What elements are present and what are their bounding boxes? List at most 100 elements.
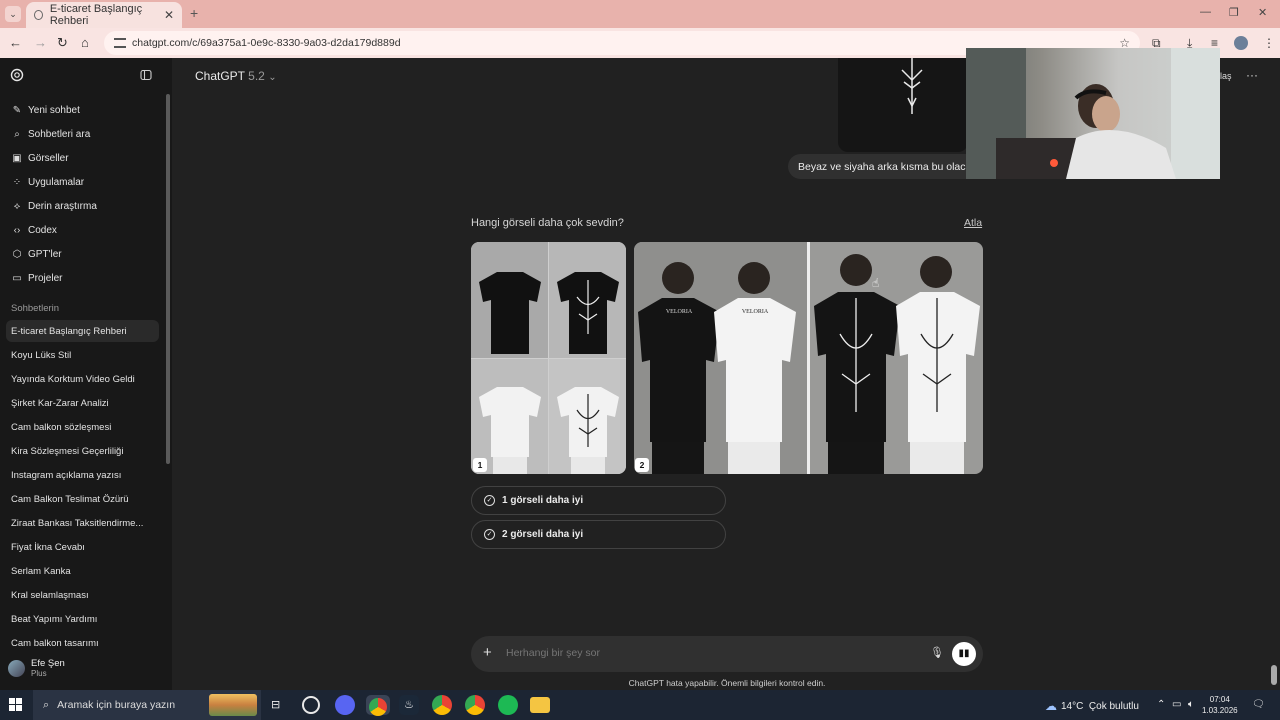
chat-history-item[interactable]: Koyu Lüks Stil <box>6 344 159 366</box>
model-version: 5.2 <box>248 69 265 83</box>
chat-history-item[interactable]: Instagram açıklama yazısı <box>6 464 159 486</box>
chat-history-item[interactable]: Kira Sözleşmesi Geçerliliği <box>6 440 159 462</box>
file-explorer-app-icon[interactable] <box>530 697 550 713</box>
reload-icon[interactable]: ↻ <box>57 35 68 51</box>
obs-app-icon[interactable] <box>302 696 320 714</box>
restore-icon[interactable]: ❐ <box>1229 6 1239 19</box>
chat-history-item[interactable]: Cam balkon tasarımı <box>6 632 159 654</box>
openai-logo-icon[interactable] <box>10 68 24 82</box>
site-info-icon[interactable] <box>114 38 126 48</box>
user-name: Efe Şen <box>31 658 65 669</box>
chat-history-item[interactable]: Cam balkon sözleşmesi <box>6 416 159 438</box>
tshirt-collage-image <box>471 242 626 474</box>
streamer-webcam-image <box>966 48 1220 179</box>
taskbar-search[interactable]: ⌕ Aramak için buraya yazın <box>33 690 261 720</box>
clock-date: 1.03.2026 <box>1202 706 1238 715</box>
plus-icon[interactable]: + <box>483 644 492 661</box>
forward-arrow-icon[interactable]: → <box>34 35 47 50</box>
sidebar-item-deep-research[interactable]: ⟡ Derin araştırma <box>6 195 162 217</box>
main-scrollbar[interactable] <box>1271 665 1277 685</box>
windows-start-icon[interactable] <box>9 698 22 711</box>
sidebar-item-search-chats[interactable]: ⌕ Sohbetleri ara <box>6 123 162 145</box>
user-profile-button[interactable]: Efe Şen Plus <box>8 658 65 678</box>
sidebar-scrollbar[interactable] <box>166 94 170 464</box>
microphone-icon[interactable]: 🎙︎ <box>930 646 944 659</box>
avatar <box>8 659 25 677</box>
chat-history-item[interactable]: Fiyat İkna Cevabı <box>6 536 159 558</box>
image-option-1[interactable]: 1 <box>471 242 626 474</box>
skip-link[interactable]: Atla <box>964 217 982 229</box>
shirt-brand-text: VELORIA <box>741 309 769 315</box>
sidebar-item-label: Uygulamalar <box>28 176 85 188</box>
sidebar-item-projects[interactable]: ▭ Projeler <box>6 267 162 289</box>
check-circle-icon: ✓ <box>484 529 495 540</box>
task-view-icon[interactable]: ⊟ <box>271 698 280 711</box>
user-message-text: Beyaz ve siyaha arka kısma bu olaca <box>798 160 972 173</box>
profile-avatar-icon[interactable] <box>1234 36 1248 50</box>
chevron-up-icon[interactable]: ⌃ <box>1157 699 1165 710</box>
sidebar-item-label: Derin araştırma <box>28 200 97 212</box>
taskbar-clock[interactable]: 07:04 1.03.2026 <box>1202 694 1238 716</box>
check-circle-icon: ✓ <box>484 495 495 506</box>
search-icon: ⌕ <box>43 698 50 711</box>
webcam-overlay <box>966 48 1220 179</box>
chat-history-item[interactable]: Serlam Kanka <box>6 560 159 582</box>
disclaimer-text: ChatGPT hata yapabilir. Önemli bilgileri… <box>628 678 826 688</box>
discord-app-icon[interactable] <box>335 695 355 715</box>
cloud-icon: ☁ <box>1045 699 1057 713</box>
chat-history-item[interactable]: E-ticaret Başlangıç Rehberi <box>6 320 159 342</box>
sidebar-toggle-icon[interactable] <box>140 69 152 81</box>
user-uploaded-image[interactable] <box>838 58 968 152</box>
tab-close-icon[interactable]: ✕ <box>164 8 174 22</box>
network-icon[interactable]: ▭ <box>1172 699 1181 710</box>
url-text: chatgpt.com/c/69a375a1-0e9c-8330-9a03-d2… <box>132 37 401 49</box>
steam-app-icon[interactable]: ♨ <box>399 695 419 715</box>
weather-widget[interactable]: ☁ 14°C Çok bulutlu <box>1045 699 1139 713</box>
chrome-app-icon-active[interactable] <box>366 695 390 716</box>
more-options-icon[interactable]: ··· <box>1246 68 1258 82</box>
sidebar-item-label: Codex <box>28 224 57 236</box>
chat-history-item[interactable]: Cam Balkon Teslimat Özürü <box>6 488 159 510</box>
chat-history-item[interactable]: Kral selamlaşması <box>6 584 159 606</box>
browser-tab-active[interactable]: E-ticaret Başlangıç Rehberi ✕ <box>26 2 182 28</box>
chevron-down-icon: ⌄ <box>268 72 277 83</box>
model-selector[interactable]: ChatGPT 5.2 ⌄ <box>195 69 277 83</box>
volume-icon[interactable]: 🔈︎ <box>1188 699 1194 710</box>
choice-image-2-button[interactable]: ✓ 2 görseli daha iyi <box>471 520 726 549</box>
notifications-icon[interactable]: 🗨︎ <box>1252 699 1265 710</box>
new-tab-button[interactable]: + <box>190 5 198 21</box>
tab-search-button[interactable]: ⌄ <box>5 6 21 22</box>
chat-history-item[interactable]: Şirket Kar-Zarar Analizi <box>6 392 159 414</box>
sidebar-item-images[interactable]: ▣ Görseller <box>6 147 162 169</box>
weather-desc: Çok bulutlu <box>1088 700 1139 712</box>
mouse-cursor-icon: ☝ <box>872 276 880 290</box>
back-arrow-icon[interactable]: ← <box>9 35 22 50</box>
sidebar: ✎ Yeni sohbet ⌕ Sohbetleri ara ▣ Görseller … <box>0 58 172 690</box>
image-badge: 1 <box>473 458 487 472</box>
browser-menu-icon[interactable]: ⋮ <box>1263 36 1275 50</box>
chrome-profile-2-app-icon[interactable] <box>465 695 485 715</box>
home-icon[interactable]: ⌂ <box>81 35 89 50</box>
apps-icon: ⁘ <box>12 176 22 188</box>
share-button[interactable]: laş <box>1220 71 1232 81</box>
sidebar-item-label: Görseller <box>28 152 69 164</box>
image-option-2[interactable]: VELORIA VELORIA 2 ☝ <box>634 242 983 474</box>
voice-mode-button[interactable]: ▮▮ <box>952 642 976 666</box>
spotify-app-icon[interactable] <box>498 695 518 715</box>
sidebar-item-gpts[interactable]: ⬡ GPT'ler <box>6 243 162 265</box>
prompt-input[interactable] <box>506 647 906 659</box>
tshirt-model-photo <box>634 242 983 474</box>
sidebar-item-apps[interactable]: ⁘ Uygulamalar <box>6 171 162 193</box>
choice-image-1-button[interactable]: ✓ 1 görseli daha iyi <box>471 486 726 515</box>
minimize-icon[interactable]: — <box>1200 6 1211 18</box>
chat-history-item[interactable]: Yayında Korktum Video Geldi <box>6 368 159 390</box>
image-badge: 2 <box>635 458 649 472</box>
sidebar-item-codex[interactable]: ‹› Codex <box>6 219 162 241</box>
chat-history-item[interactable]: Ziraat Bankası Taksitlendirme... <box>6 512 159 534</box>
folder-icon: ▭ <box>12 272 22 284</box>
sidebar-item-new-chat[interactable]: ✎ Yeni sohbet <box>6 99 162 121</box>
chrome-profile-app-icon[interactable] <box>432 695 452 715</box>
sidebar-item-label: Projeler <box>28 272 63 284</box>
window-close-icon[interactable]: ✕ <box>1258 6 1267 19</box>
chat-history-item[interactable]: Beat Yapımı Yardımı <box>6 608 159 630</box>
